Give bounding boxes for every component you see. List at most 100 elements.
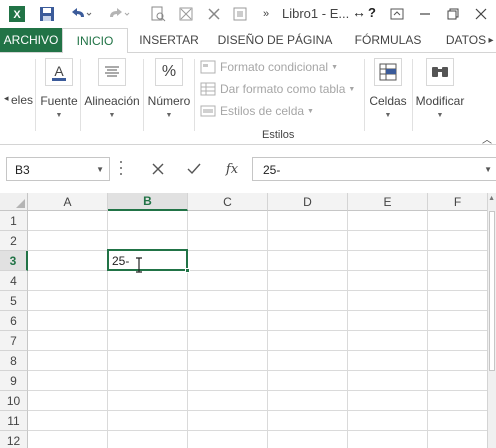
ribbon: ◂ eles A Fuente ▼ Alineación ▼ % Número … xyxy=(0,52,496,146)
help-button[interactable]: ? xyxy=(368,5,376,20)
ribbon-separator xyxy=(80,59,81,131)
ribbon-separator xyxy=(364,59,365,131)
celdas-button[interactable]: Celdas ▼ xyxy=(366,55,410,119)
redo-icon[interactable] xyxy=(106,4,134,24)
column-header-d[interactable]: D xyxy=(268,193,348,211)
font-icon: A xyxy=(45,58,73,86)
chevron-down-icon: ▼ xyxy=(384,112,392,119)
ribbon-scroll-left-icon[interactable]: ◂ xyxy=(4,93,9,104)
tab-inicio[interactable]: INICIO xyxy=(62,28,128,53)
ribbon-separator xyxy=(412,59,413,131)
row-header-4[interactable]: 4 xyxy=(0,271,28,291)
row-header-12[interactable]: 12 xyxy=(0,431,28,448)
chevron-down-icon: ▼ xyxy=(331,63,338,71)
cancel-entry-button[interactable] xyxy=(140,157,176,181)
cell-styles-icon xyxy=(200,104,216,118)
chevron-down-icon: ▼ xyxy=(348,85,356,93)
estilos-celda-label: Estilos de celda xyxy=(220,104,305,118)
restore-icon[interactable] xyxy=(442,4,464,24)
row-gridline xyxy=(28,270,488,271)
save-icon[interactable] xyxy=(36,4,58,24)
column-header-c[interactable]: C xyxy=(188,193,268,211)
ribbon-tab-bar: ARCHIVO INICIO INSERTAR DISEÑO DE PÁGINA… xyxy=(0,28,496,53)
scrollbar-thumb[interactable] xyxy=(489,211,495,371)
row-gridline xyxy=(28,230,488,231)
window-title: Libro1 - E... xyxy=(282,6,350,21)
percent-icon: % xyxy=(155,58,183,86)
percent-glyph: % xyxy=(161,63,177,80)
row-header-3[interactable]: 3 xyxy=(0,251,28,271)
alineacion-button[interactable]: Alineación ▼ xyxy=(82,55,142,119)
formula-bar-resize-handle[interactable] xyxy=(120,161,123,175)
active-cell-b3[interactable]: 25- xyxy=(107,249,188,271)
row-header-2[interactable]: 2 xyxy=(0,231,28,251)
clear-icon[interactable] xyxy=(204,4,224,24)
fuente-button[interactable]: A Fuente ▼ xyxy=(38,55,80,119)
more-icon[interactable]: » xyxy=(258,4,274,24)
column-header-b[interactable]: B xyxy=(108,193,188,211)
fuente-label: Fuente xyxy=(40,94,78,108)
numero-button[interactable]: % Número ▼ xyxy=(146,55,192,119)
cells-icon xyxy=(374,58,402,86)
formula-bar: B3 ▼ fx 25- ▼ xyxy=(0,145,496,193)
column-header-a[interactable]: A xyxy=(28,193,108,211)
enter-entry-button[interactable] xyxy=(176,157,212,181)
ribbon-separator xyxy=(143,59,144,131)
row-header-11[interactable]: 11 xyxy=(0,411,28,431)
row-header-7[interactable]: 7 xyxy=(0,331,28,351)
tab-datos[interactable]: DATOS xyxy=(440,28,492,52)
insert-function-button[interactable]: fx xyxy=(214,157,250,181)
row-gridline xyxy=(28,350,488,351)
row-header-10[interactable]: 10 xyxy=(0,391,28,411)
format-painter-icon[interactable] xyxy=(176,4,196,24)
chevron-down-icon: ▼ xyxy=(108,112,116,119)
tab-archivo[interactable]: ARCHIVO xyxy=(0,28,62,52)
column-header-e[interactable]: E xyxy=(348,193,428,211)
name-box-value: B3 xyxy=(15,163,30,177)
row-gridline xyxy=(28,430,488,431)
ribbon-separator xyxy=(35,59,36,131)
ribbon-display-options-icon[interactable] xyxy=(386,4,408,24)
excel-logo-icon[interactable]: X xyxy=(6,4,28,24)
paste-format-icon[interactable] xyxy=(230,4,250,24)
row-header-6[interactable]: 6 xyxy=(0,311,28,331)
ibeam-cursor-icon xyxy=(136,257,142,273)
collapse-ribbon-icon[interactable]: ︿ xyxy=(482,131,492,146)
undo-icon[interactable] xyxy=(66,4,94,24)
dar-formato-tabla-button[interactable]: Dar formato como tabla ▼ xyxy=(200,79,355,99)
tab-scroll-right-icon[interactable]: ▸ xyxy=(486,28,496,52)
close-icon[interactable] xyxy=(470,4,492,24)
formato-condicional-label: Formato condicional xyxy=(220,60,329,74)
row-gridline xyxy=(28,410,488,411)
column-header-f[interactable]: F xyxy=(428,193,488,211)
tab-diseno-de-pagina[interactable]: DISEÑO DE PÁGINA xyxy=(214,28,336,52)
ribbon-partial-label[interactable]: eles xyxy=(11,93,33,107)
row-gridline xyxy=(28,330,488,331)
svg-text:A: A xyxy=(54,63,64,79)
modificar-button[interactable]: Modificar ▼ xyxy=(414,55,466,119)
row-header-9[interactable]: 9 xyxy=(0,371,28,391)
formula-input[interactable]: 25- ▼ xyxy=(252,157,496,181)
estilos-celda-button[interactable]: Estilos de celda ▼ xyxy=(200,101,314,121)
name-box[interactable]: B3 ▼ xyxy=(6,157,110,181)
celdas-label: Celdas xyxy=(369,94,407,108)
select-all-button[interactable] xyxy=(0,193,28,211)
expand-formula-bar-icon[interactable]: ▼ xyxy=(484,165,492,174)
chevron-down-icon: ▼ xyxy=(55,112,63,119)
tab-insertar[interactable]: INSERTAR xyxy=(136,28,202,52)
fill-handle[interactable] xyxy=(185,268,190,273)
modificar-label: Modificar xyxy=(415,94,465,108)
worksheet-grid[interactable]: ABCDEF 1 2 3 4 5 6 7 8 9 10 11 12 25- ▲ xyxy=(0,193,496,448)
tab-formulas[interactable]: FÓRMULAS xyxy=(348,28,428,52)
chevron-down-icon[interactable]: ▼ xyxy=(96,165,104,174)
minimize-icon[interactable] xyxy=(414,4,436,24)
row-header-5[interactable]: 5 xyxy=(0,291,28,311)
chevron-down-icon: ▼ xyxy=(307,107,314,115)
scroll-up-icon[interactable]: ▲ xyxy=(488,195,495,202)
row-header-1[interactable]: 1 xyxy=(0,211,28,231)
formato-condicional-button[interactable]: Formato condicional ▼ xyxy=(200,57,338,77)
binoculars-icon xyxy=(426,58,454,86)
print-preview-icon[interactable] xyxy=(148,4,168,24)
vertical-scrollbar[interactable]: ▲ xyxy=(487,193,496,448)
row-header-8[interactable]: 8 xyxy=(0,351,28,371)
